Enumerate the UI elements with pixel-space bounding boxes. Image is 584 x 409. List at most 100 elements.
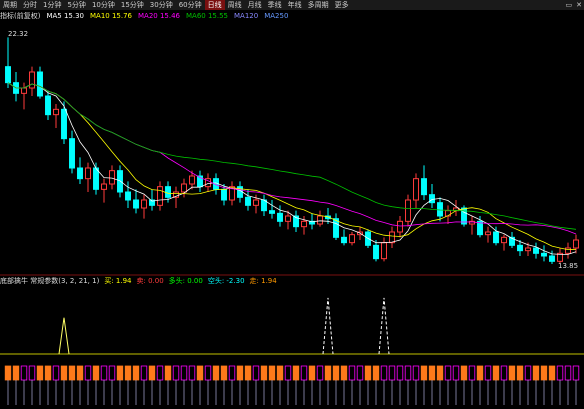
indicator-bar: [540, 365, 548, 381]
indicator-bar: [292, 365, 300, 381]
candles-group: [5, 37, 579, 264]
indicator-bar: [348, 365, 356, 381]
candle: [517, 244, 523, 252]
indicator-bar: [196, 365, 204, 381]
indicator-peak: [322, 297, 334, 355]
indicator-bar: [548, 365, 556, 381]
ma40-line: [7, 82, 577, 230]
candle: [61, 108, 67, 140]
indicator-bar: [412, 365, 420, 381]
indicator-bar: [364, 365, 372, 381]
indicator-bar: [36, 365, 44, 381]
indicator-bar: [388, 365, 396, 381]
indicator-bar: [28, 365, 36, 381]
indicator-bar: [156, 365, 164, 381]
candle: [277, 212, 283, 222]
candle: [93, 167, 99, 190]
candle: [493, 231, 499, 244]
candle: [285, 215, 291, 222]
candle: [245, 196, 251, 206]
indicator-bar: [172, 365, 180, 381]
candle: [109, 170, 115, 185]
indicator-bar: [524, 365, 532, 381]
candle: [77, 167, 83, 180]
candlestick-chart[interactable]: 22.32 13.85: [0, 0, 584, 409]
indicator-bar: [500, 365, 508, 381]
indicator-bar: [420, 365, 428, 381]
indicator-bar: [372, 365, 380, 381]
low-price-label: 13.85: [558, 262, 578, 270]
candle: [381, 242, 387, 260]
candle: [85, 167, 91, 180]
candle: [373, 244, 379, 260]
indicator-bar: [124, 365, 132, 381]
indicator-bar: [324, 365, 332, 381]
candle: [397, 220, 403, 233]
indicator-bar: [188, 365, 196, 381]
candle: [181, 183, 187, 193]
indicator-bar: [116, 365, 124, 381]
indicator-bar: [236, 365, 244, 381]
candle: [29, 71, 35, 89]
candle: [317, 215, 323, 225]
candle: [501, 236, 507, 244]
indicator-bar: [140, 365, 148, 381]
indicator-bar: [276, 365, 284, 381]
indicator-bar: [492, 365, 500, 381]
indicator-bar: [244, 365, 252, 381]
indicator-peak: [58, 317, 70, 355]
candle: [53, 108, 59, 116]
indicator-bar: [92, 365, 100, 381]
indicator-bar: [132, 365, 140, 381]
indicator-bar: [404, 365, 412, 381]
indicator-bar: [52, 365, 60, 381]
indicator-bar: [564, 365, 572, 381]
candle: [413, 178, 419, 201]
indicator-bar: [516, 365, 524, 381]
candle: [573, 239, 579, 249]
candle: [405, 199, 411, 222]
candle: [125, 191, 131, 201]
candle: [341, 236, 347, 244]
candle: [221, 188, 227, 201]
indicator-bar: [180, 365, 188, 381]
indicator-bar: [452, 365, 460, 381]
candle: [485, 231, 491, 236]
candle: [69, 138, 75, 169]
indicator-bar: [164, 365, 172, 381]
candle: [549, 255, 555, 262]
candle: [349, 234, 355, 244]
candle: [37, 71, 43, 97]
candle: [45, 95, 51, 116]
high-price-label: 22.32: [8, 30, 28, 38]
candle: [437, 202, 443, 217]
candle: [117, 170, 123, 193]
candle: [157, 186, 163, 206]
candle: [565, 247, 571, 254]
indicator-bar: [268, 365, 276, 381]
indicator-bar: [476, 365, 484, 381]
candle: [21, 87, 27, 94]
indicator-bar: [148, 365, 156, 381]
indicator-bar: [572, 365, 580, 381]
indicator-bar: [12, 365, 20, 381]
indicator-bar: [68, 365, 76, 381]
indicator-bar: [108, 365, 116, 381]
indicator-bar: [340, 365, 348, 381]
indicator-bar: [380, 365, 388, 381]
candle: [269, 210, 275, 214]
candle: [389, 231, 395, 244]
ma20-line: [7, 82, 577, 235]
indicator-bar: [252, 365, 260, 381]
indicator-bar: [84, 365, 92, 381]
indicator-peak: [378, 297, 390, 355]
candle: [525, 247, 531, 252]
candle: [541, 252, 547, 257]
indicator-bar: [60, 365, 68, 381]
indicator-bar: [20, 365, 28, 381]
indicator-bar: [308, 365, 316, 381]
indicator-bar: [436, 365, 444, 381]
indicator-bar: [332, 365, 340, 381]
ma10-line: [7, 82, 577, 251]
indicator-bar: [212, 365, 220, 381]
